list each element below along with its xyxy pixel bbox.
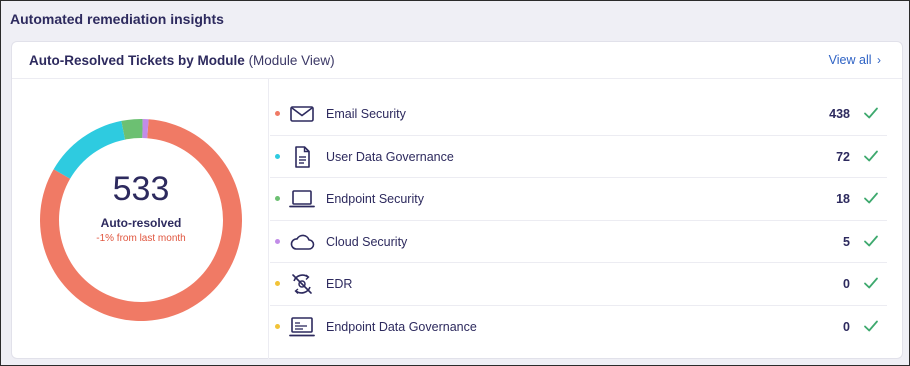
- card-title-text: Auto-Resolved Tickets by Module: [29, 53, 245, 68]
- check-icon: [864, 320, 878, 331]
- legend-dot: [275, 281, 280, 286]
- page-title: Automated remediation insights: [10, 11, 224, 27]
- card-title: Auto-Resolved Tickets by Module (Module …: [29, 53, 335, 68]
- envelope-icon: [290, 106, 314, 122]
- module-row-endpoint-security[interactable]: Endpoint Security 18: [270, 178, 887, 221]
- legend-dot: [275, 153, 280, 159]
- module-row-cloud-security[interactable]: Cloud Security 5: [270, 221, 887, 263]
- module-row-user-data-governance[interactable]: User Data Governance 72: [270, 136, 887, 178]
- module-name: EDR: [326, 277, 353, 291]
- legend-dot: [275, 196, 280, 201]
- donut-caption: Auto-resolved: [100, 216, 182, 230]
- module-count: 72: [836, 149, 850, 164]
- module-name: Endpoint Data Governance: [326, 319, 477, 334]
- donut-center: 533 Auto-resolved -1% from last month: [36, 115, 246, 325]
- cloud-icon: [290, 234, 315, 250]
- module-row-edr[interactable]: EDR 0: [270, 263, 887, 306]
- module-row-email-security[interactable]: Email Security 438: [270, 93, 887, 136]
- check-icon: [864, 192, 878, 204]
- module-list: Email Security 438 User Data Governance …: [270, 93, 887, 348]
- dashboard-frame: Automated remediation insights Auto-Reso…: [0, 0, 910, 366]
- auto-resolved-card: Auto-Resolved Tickets by Module (Module …: [11, 41, 903, 359]
- laptop-icon: [289, 190, 315, 208]
- check-icon: [864, 107, 878, 119]
- view-all-label: View all: [828, 53, 872, 67]
- donut-total: 533: [112, 170, 170, 208]
- module-count: 18: [836, 192, 850, 206]
- check-icon: [864, 150, 878, 161]
- chevron-right-icon: ›: [877, 53, 881, 67]
- document-icon: [295, 145, 310, 168]
- check-icon: [864, 277, 878, 289]
- donut-trend: -1% from last month: [96, 233, 186, 244]
- edr-icon: [292, 274, 312, 294]
- check-icon: [864, 235, 878, 246]
- legend-dot: [275, 111, 280, 116]
- module-name: Endpoint Security: [326, 192, 424, 206]
- legend-dot: [275, 323, 280, 329]
- module-count: 0: [843, 277, 850, 291]
- monitor-icon: [289, 316, 315, 336]
- donut-chart-panel: 533 Auto-resolved -1% from last month: [12, 79, 269, 359]
- module-name: Cloud Security: [326, 234, 408, 249]
- legend-dot: [275, 238, 280, 244]
- module-count: 5: [843, 234, 850, 249]
- module-name: User Data Governance: [326, 149, 454, 164]
- card-subtitle: (Module View): [248, 53, 335, 68]
- view-all-link[interactable]: View all ›: [829, 53, 881, 67]
- module-count: 0: [843, 319, 850, 334]
- module-name: Email Security: [326, 107, 406, 121]
- card-header: Auto-Resolved Tickets by Module (Module …: [12, 42, 902, 79]
- module-count: 438: [829, 107, 850, 121]
- module-row-endpoint-data-governance[interactable]: Endpoint Data Governance 0: [270, 306, 887, 349]
